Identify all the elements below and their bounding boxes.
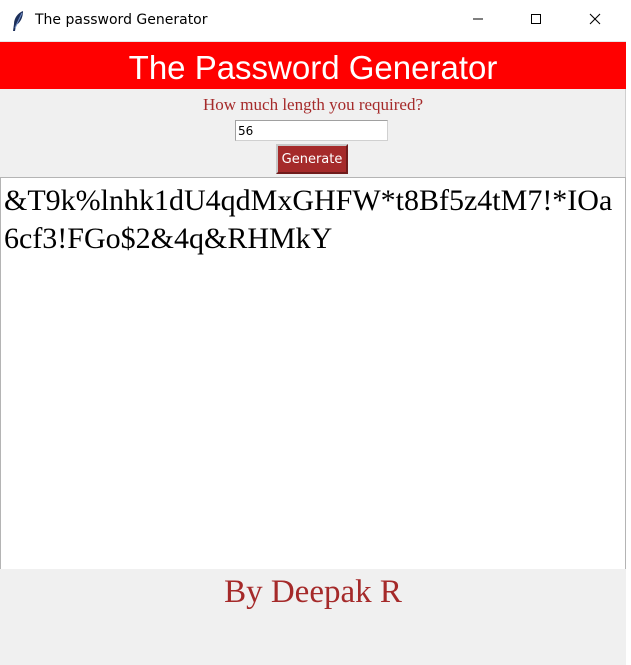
desktop-edge [626,0,631,665]
close-button[interactable] [566,0,624,42]
maximize-icon [530,12,542,30]
maximize-button[interactable] [507,0,565,42]
title-bar[interactable]: The password Generator [0,0,626,42]
length-input[interactable] [235,120,388,141]
close-icon [589,12,601,30]
app-heading: The Password Generator [128,48,498,86]
window-title: The password Generator [35,12,208,28]
minimize-button[interactable] [449,0,507,42]
app-window: The password Generator The Password Gene… [0,0,626,665]
feather-icon [10,10,26,32]
password-output[interactable]: &T9k%lnhk1dU4qdMxGHFW*t8Bf5z4tM7!*IOa6cf… [0,177,626,569]
author-credit: By Deepak R [224,574,402,610]
header-banner: The Password Generator [0,42,626,89]
generate-button[interactable]: Generate [276,144,348,174]
length-prompt-label: How much length you required? [203,95,423,114]
minimize-icon [472,12,484,30]
